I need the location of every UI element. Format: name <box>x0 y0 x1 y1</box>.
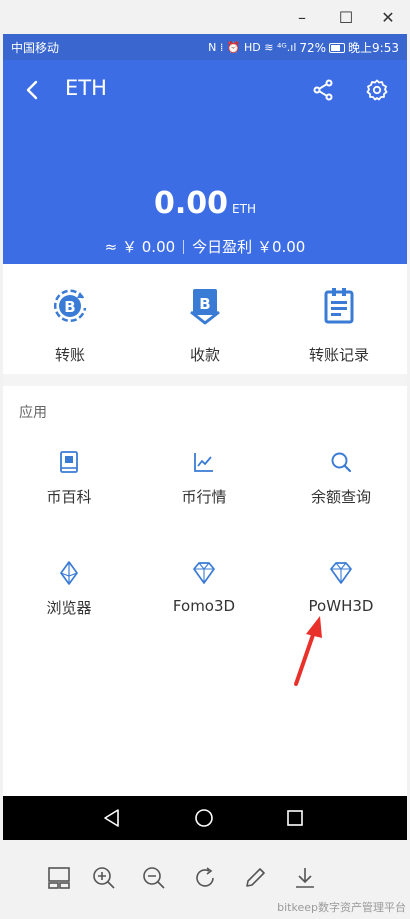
balance-amount: 0.00 <box>154 186 229 221</box>
transfer-label: 转账 <box>54 346 85 364</box>
balance: 0.00 ETH <box>3 186 407 221</box>
divider <box>183 240 185 254</box>
diamond-icon <box>330 562 352 584</box>
app-balance-query[interactable]: 余额查询 <box>286 450 396 507</box>
battery-level: 72% <box>299 40 327 55</box>
apps-section: 应用 币百科 币行情 余额查询 浏览器 Fomo3D PoWH3D <box>3 386 407 796</box>
gear-icon[interactable] <box>365 78 389 102</box>
browser-label: 浏览器 <box>46 599 92 617</box>
edit-icon[interactable] <box>242 865 268 891</box>
diamond-icon <box>193 562 215 584</box>
layout-icon[interactable] <box>46 865 72 891</box>
today-profit: 今日盈利 ￥0.00 <box>192 238 306 256</box>
powh3d-label: PoWH3D <box>308 597 374 615</box>
watermark: bitkeep数字资产管理平台 <box>277 901 406 914</box>
coin-market-label: 币行情 <box>181 488 227 506</box>
nav-home-icon[interactable] <box>192 806 216 830</box>
viewer-toolbar: bitkeep数字资产管理平台 <box>0 840 410 919</box>
nav-recents-icon[interactable] <box>283 806 307 830</box>
clock: 晚上9:53 <box>348 41 399 55</box>
phone-screen: 中国移动 N ⁞ ⏰ HD ≋ ⁴ᴳ.ıl 72% 晚上9:53 ETH 0.0… <box>3 34 407 840</box>
balance-query-label: 余额查询 <box>310 488 371 506</box>
bitcoin-transfer-icon: B <box>53 289 87 322</box>
share-icon[interactable] <box>311 78 335 102</box>
section-divider <box>3 374 407 386</box>
bitcoin-receive-icon: B <box>190 289 220 325</box>
battery-icon <box>329 42 346 53</box>
zoom-out-icon[interactable] <box>141 865 167 891</box>
android-nav-bar <box>3 796 407 840</box>
page-title: ETH <box>65 76 107 100</box>
svg-text:B: B <box>199 295 210 313</box>
receive-label: 收款 <box>189 346 220 364</box>
status-bar: 中国移动 N ⁞ ⏰ HD ≋ ⁴ᴳ.ıl 72% 晚上9:53 <box>3 34 407 60</box>
status-icons: N ⁞ ⏰ HD ≋ ⁴ᴳ.ıl <box>208 41 297 54</box>
minimize-button[interactable]: – <box>290 6 314 28</box>
back-icon[interactable] <box>21 78 45 102</box>
transfer-button[interactable]: B 转账 <box>20 286 120 365</box>
transfer-record-button[interactable]: 转账记录 <box>289 286 389 365</box>
clipboard-record-icon <box>324 288 354 324</box>
app-powh3d[interactable]: PoWH3D <box>286 561 396 615</box>
balance-subline: ≈ ￥ 0.00 今日盈利 ￥0.00 <box>3 236 407 257</box>
close-button[interactable]: ✕ <box>376 6 400 28</box>
receive-button[interactable]: B 收款 <box>155 286 255 365</box>
fomo3d-label: Fomo3D <box>172 597 236 615</box>
rotate-icon[interactable] <box>192 865 218 891</box>
book-icon <box>60 451 78 473</box>
fiat-value: ≈ ￥ 0.00 <box>104 238 176 256</box>
transfer-record-label: 转账记录 <box>308 346 369 364</box>
carrier-label: 中国移动 <box>11 41 60 55</box>
ethereum-icon <box>60 561 78 585</box>
wallet-header: ETH 0.00 ETH ≈ ￥ 0.00 今日盈利 ￥0.00 <box>3 60 407 264</box>
nav-back-icon[interactable] <box>100 806 124 830</box>
magnifier-icon <box>331 452 352 473</box>
section-title: 应用 <box>19 405 47 421</box>
coin-wiki-label: 币百科 <box>46 488 92 506</box>
chart-icon <box>194 453 213 472</box>
app-coin-wiki[interactable]: 币百科 <box>14 450 124 507</box>
balance-unit: ETH <box>232 202 256 216</box>
maximize-button[interactable]: ☐ <box>334 6 358 28</box>
zoom-in-icon[interactable] <box>91 865 117 891</box>
app-fomo3d[interactable]: Fomo3D <box>149 561 259 615</box>
app-browser[interactable]: 浏览器 <box>14 561 124 618</box>
window-titlebar: – ☐ ✕ <box>0 0 410 34</box>
wallet-actions: B 转账 B 收款 转账记录 <box>3 264 407 374</box>
app-coin-market[interactable]: 币行情 <box>149 450 259 507</box>
svg-text:B: B <box>64 298 75 316</box>
download-icon[interactable] <box>292 865 318 891</box>
